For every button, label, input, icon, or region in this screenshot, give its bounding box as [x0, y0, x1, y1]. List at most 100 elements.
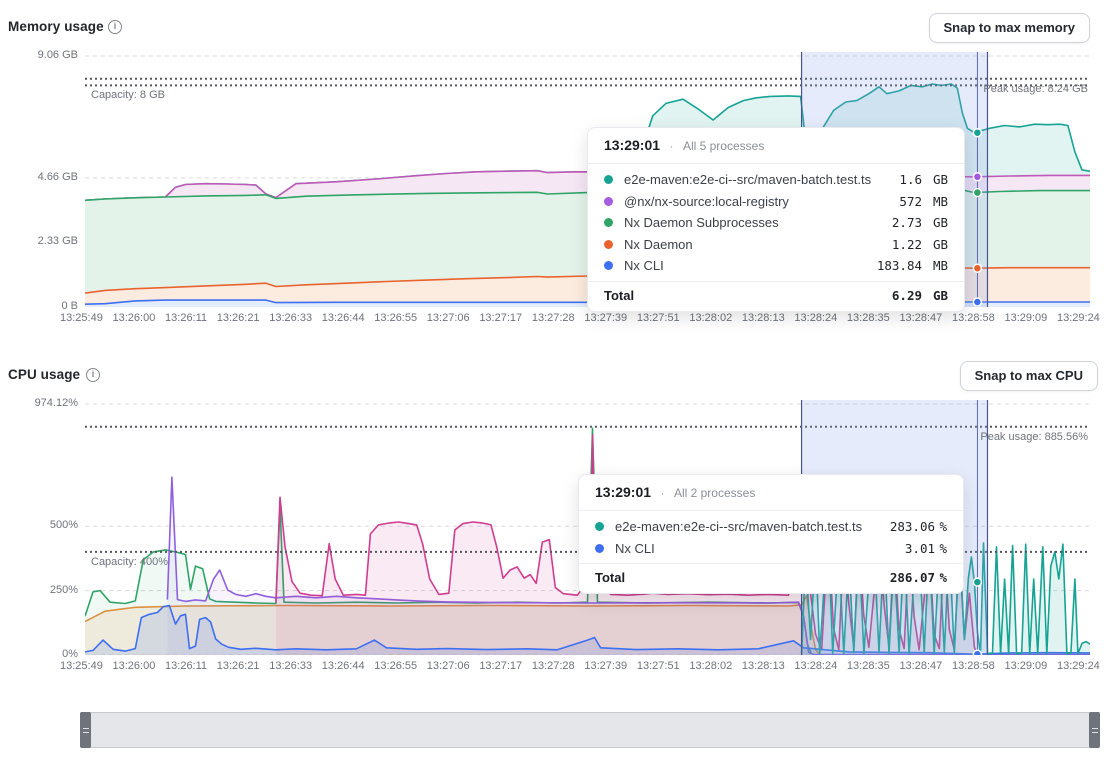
memory-x-axis-labels: 13:25:49 13:26:00 13:26:11 13:26:21 13:26:33…: [60, 312, 1100, 324]
tooltip-total-row: Total 6.29 GB: [588, 281, 964, 311]
cpu-tooltip: 13:29:01 · All 2 processes e2e-maven:e2e…: [578, 474, 964, 594]
x-tick-label: 13:29:09: [1004, 660, 1047, 672]
memory-chart-plot[interactable]: Capacity: 8 GBPeak usage: 8.24 GB 13:29:…: [85, 52, 1090, 307]
tooltip-header: 13:29:01 · All 5 processes: [588, 128, 964, 164]
x-tick-label: 13:28:35: [847, 660, 890, 672]
peak-usage-label: Peak usage: 8.24 GB: [983, 83, 1088, 95]
series-color-dot-icon: [604, 197, 613, 206]
process-value: 283.06: [890, 519, 935, 534]
tooltip-header: 13:29:01 · All 2 processes: [579, 475, 963, 511]
process-value: 2.73: [892, 215, 922, 230]
series-color-dot-icon: [604, 261, 613, 270]
info-icon[interactable]: i: [108, 20, 122, 34]
tooltip-time: 13:29:01: [604, 137, 660, 153]
x-tick-label: 13:27:28: [532, 312, 575, 324]
x-tick-label: 13:27:51: [637, 312, 680, 324]
x-tick-label: 13:27:39: [584, 312, 627, 324]
snap-to-max-memory-button[interactable]: Snap to max memory: [929, 13, 1091, 43]
x-tick-label: 13:27:06: [427, 312, 470, 324]
tooltip-process-row: Nx Daemon1.22GB: [604, 234, 948, 256]
x-tick-label: 13:27:06: [427, 660, 470, 672]
brush-left-handle[interactable]: [80, 712, 91, 748]
y-tick-label: 0%: [6, 648, 78, 660]
tooltip-process-row: @nx/nx-source:local-registry572MB: [604, 191, 948, 213]
cpu-chart-plot[interactable]: Peak usage: 885.56%Capacity: 400% 13:29:…: [85, 400, 1090, 655]
y-tick-label: 9.06 GB: [6, 49, 78, 61]
x-tick-label: 13:27:28: [532, 660, 575, 672]
process-value: 1.22: [892, 237, 922, 252]
x-tick-label: 13:25:49: [60, 660, 103, 672]
process-unit: MB: [922, 258, 948, 273]
process-name: Nx CLI: [615, 541, 905, 556]
tooltip-total-value: 286.07: [890, 570, 935, 585]
x-tick-label: 13:28:24: [794, 660, 837, 672]
tooltip-rows: e2e-maven:e2e-ci--src/maven-batch.test.t…: [579, 511, 963, 563]
snap-to-max-cpu-button[interactable]: Snap to max CPU: [960, 361, 1098, 391]
y-tick-label: 0 B: [6, 300, 78, 312]
tooltip-process-row: Nx Daemon Subprocesses2.73GB: [604, 212, 948, 234]
tooltip-separator: ·: [670, 139, 674, 153]
series-color-dot-icon: [595, 544, 604, 553]
x-tick-label: 13:28:24: [794, 312, 837, 324]
x-tick-label: 13:26:33: [269, 312, 312, 324]
info-icon[interactable]: i: [86, 368, 100, 382]
series-color-dot-icon: [604, 240, 613, 249]
x-tick-label: 13:26:55: [374, 312, 417, 324]
process-name: e2e-maven:e2e-ci--src/maven-batch.test.t…: [615, 519, 890, 534]
cpu-chart-title: CPU usage: [8, 367, 80, 382]
x-tick-label: 13:26:00: [113, 312, 156, 324]
process-unit: MB: [922, 194, 948, 209]
tooltip-process-row: e2e-maven:e2e-ci--src/maven-batch.test.t…: [595, 516, 947, 538]
grip-icon: [83, 728, 89, 733]
brush-right-handle[interactable]: [1089, 712, 1100, 748]
process-value: 572: [899, 194, 922, 209]
x-tick-label: 13:29:24: [1057, 312, 1100, 324]
tooltip-separator: ·: [661, 486, 665, 500]
tooltip-total-unit: GB: [922, 288, 948, 303]
x-tick-label: 13:29:24: [1057, 660, 1100, 672]
tooltip-total-row: Total 286.07 %: [579, 563, 963, 593]
process-name: @nx/nx-source:local-registry: [624, 194, 899, 209]
x-tick-label: 13:28:02: [689, 660, 732, 672]
series-color-dot-icon: [595, 522, 604, 531]
x-tick-label: 13:26:44: [322, 660, 365, 672]
cpu-usage-section: CPU usage i Snap to max CPU Peak usage: …: [0, 348, 1118, 693]
tooltip-time: 13:29:01: [595, 484, 651, 500]
x-tick-label: 13:28:13: [742, 312, 785, 324]
x-tick-label: 13:28:58: [952, 660, 995, 672]
y-tick-label: 250%: [6, 584, 78, 596]
process-unit: GB: [922, 172, 948, 187]
x-tick-label: 13:27:17: [479, 660, 522, 672]
tooltip-process-row: e2e-maven:e2e-ci--src/maven-batch.test.t…: [604, 169, 948, 191]
x-tick-label: 13:26:21: [217, 312, 260, 324]
tooltip-total-label: Total: [604, 288, 892, 303]
tooltip-summary: All 2 processes: [674, 486, 755, 500]
process-name: Nx CLI: [624, 258, 877, 273]
tooltip-process-row: Nx CLI183.84MB: [604, 255, 948, 277]
peak-usage-label: Peak usage: 885.56%: [980, 431, 1088, 443]
process-unit: %: [935, 519, 947, 534]
x-tick-label: 13:28:58: [952, 312, 995, 324]
process-unit: %: [935, 541, 947, 556]
series-color-dot-icon: [604, 175, 613, 184]
x-tick-label: 13:28:13: [742, 660, 785, 672]
x-tick-label: 13:26:44: [322, 312, 365, 324]
x-tick-label: 13:26:11: [165, 312, 207, 324]
memory-chart-title: Memory usage: [8, 19, 104, 34]
y-tick-label: 974.12%: [6, 397, 78, 409]
process-name: e2e-maven:e2e-ci--src/maven-batch.test.t…: [624, 172, 899, 187]
x-tick-label: 13:26:11: [165, 660, 207, 672]
tooltip-rows: e2e-maven:e2e-ci--src/maven-batch.test.t…: [588, 164, 964, 281]
series-color-dot-icon: [604, 218, 613, 227]
tooltip-process-row: Nx CLI3.01%: [595, 538, 947, 560]
grip-icon: [1092, 728, 1098, 733]
x-tick-label: 13:28:35: [847, 312, 890, 324]
memory-tooltip: 13:29:01 · All 5 processes e2e-maven:e2e…: [587, 127, 965, 312]
process-name: Nx Daemon: [624, 237, 892, 252]
x-tick-label: 13:25:49: [60, 312, 103, 324]
x-tick-label: 13:27:17: [479, 312, 522, 324]
process-name: Nx Daemon Subprocesses: [624, 215, 892, 230]
tooltip-total-unit: %: [935, 570, 947, 585]
time-range-brush[interactable]: [80, 712, 1100, 748]
tooltip-summary: All 5 processes: [683, 139, 764, 153]
